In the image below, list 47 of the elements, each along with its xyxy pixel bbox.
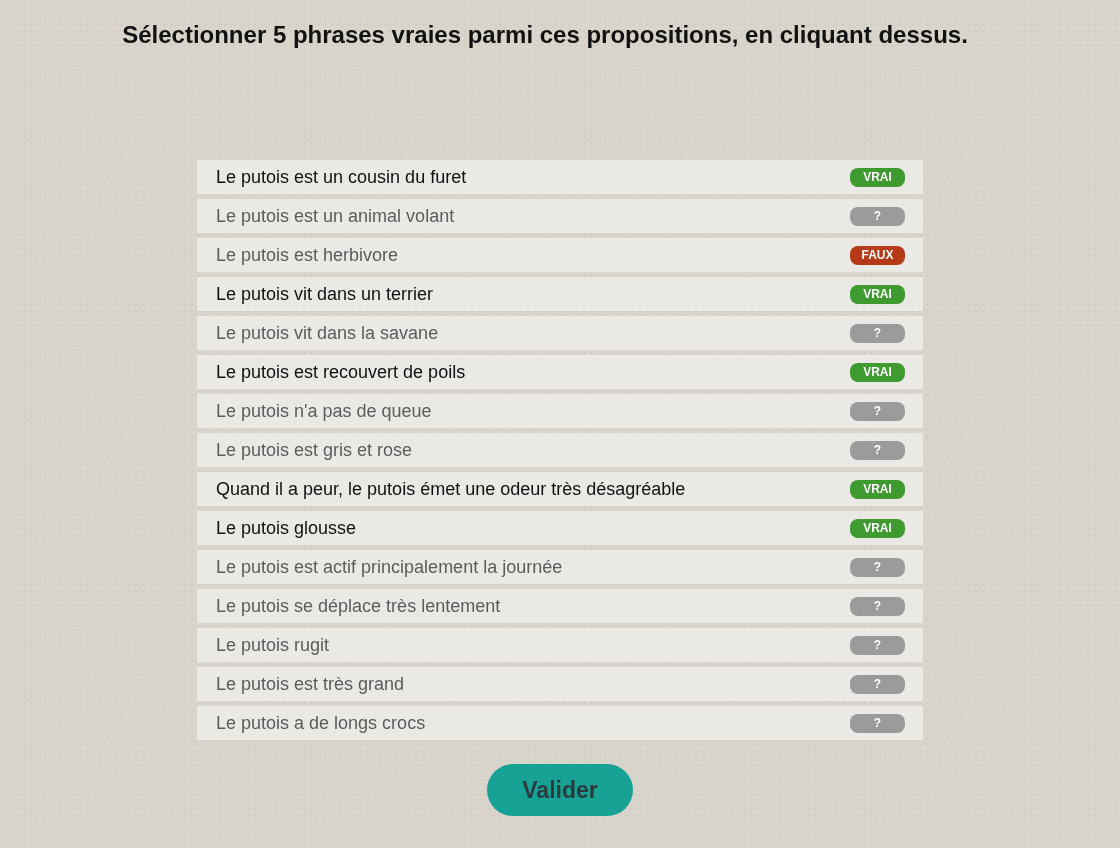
instruction-text: Sélectionner 5 phrases vraies parmi ces propositions, en cliquant dessus. (122, 20, 968, 50)
verdict-badge: ? (850, 440, 905, 460)
verdict-badge: ? (850, 596, 905, 616)
verdict-badge: ? (850, 635, 905, 655)
statement-row[interactable]: Le putois a de longs crocs ? (197, 706, 923, 740)
statement-text: Le putois rugit (216, 634, 330, 656)
statement-text: Le putois est actif principalement la journée (216, 556, 563, 578)
statement-row[interactable]: Le putois se déplace très lentement ? (197, 589, 923, 623)
statement-row[interactable]: Le putois n'a pas de queue ? (197, 394, 923, 428)
statement-text: Le putois vit dans un terrier (216, 283, 434, 305)
statement-text: Le putois se déplace très lentement (216, 595, 501, 617)
statement-text: Le putois est un animal volant (216, 205, 455, 227)
statement-text: Le putois est gris et rose (216, 439, 413, 461)
verdict-badge: ? (850, 674, 905, 694)
statement-row[interactable]: Le putois est très grand ? (197, 667, 923, 701)
verdict-badge: ? (850, 401, 905, 421)
statement-text: Le putois est très grand (216, 673, 405, 695)
statement-row[interactable]: Le putois glousse VRAI (197, 511, 923, 545)
statement-text: Le putois glousse (216, 517, 357, 539)
statement-text: Le putois est recouvert de poils (216, 361, 466, 383)
verdict-badge: ? (850, 557, 905, 577)
statement-row[interactable]: Le putois est gris et rose ? (197, 433, 923, 467)
statement-row[interactable]: Le putois est actif principalement la journée ? (197, 550, 923, 584)
verdict-badge: ? (850, 323, 905, 343)
statement-row[interactable]: Le putois est herbivore FAUX (197, 238, 923, 272)
verdict-badge: ? (850, 713, 905, 733)
statement-text: Le putois est un cousin du furet (216, 166, 467, 188)
verdict-badge: VRAI (850, 284, 905, 304)
statement-text: Le putois n'a pas de queue (216, 400, 432, 422)
statement-text: Quand il a peur, le putois émet une odeur très désagréable (216, 478, 686, 500)
statement-row[interactable]: Le putois est recouvert de poils VRAI (197, 355, 923, 389)
verdict-badge: VRAI (850, 479, 905, 499)
statement-text: Le putois a de longs crocs (216, 712, 426, 734)
statement-text: Le putois est herbivore (216, 244, 399, 266)
statement-text: Le putois vit dans la savane (216, 322, 439, 344)
verdict-badge: VRAI (850, 518, 905, 538)
statement-row[interactable]: Le putois vit dans la savane ? (197, 316, 923, 350)
statement-row[interactable]: Le putois est un animal volant ? (197, 199, 923, 233)
verdict-badge: FAUX (850, 245, 905, 265)
statement-row[interactable]: Le putois est un cousin du furet VRAI (197, 160, 923, 194)
statement-row[interactable]: Le putois vit dans un terrier VRAI (197, 277, 923, 311)
verdict-badge: VRAI (850, 362, 905, 382)
statement-row[interactable]: Le putois rugit ? (197, 628, 923, 662)
verdict-badge: ? (850, 206, 905, 226)
statement-row[interactable]: Quand il a peur, le putois émet une odeur très désagréable VRAI (197, 472, 923, 506)
verdict-badge: VRAI (850, 167, 905, 187)
validate-button[interactable]: Valider (487, 764, 633, 816)
